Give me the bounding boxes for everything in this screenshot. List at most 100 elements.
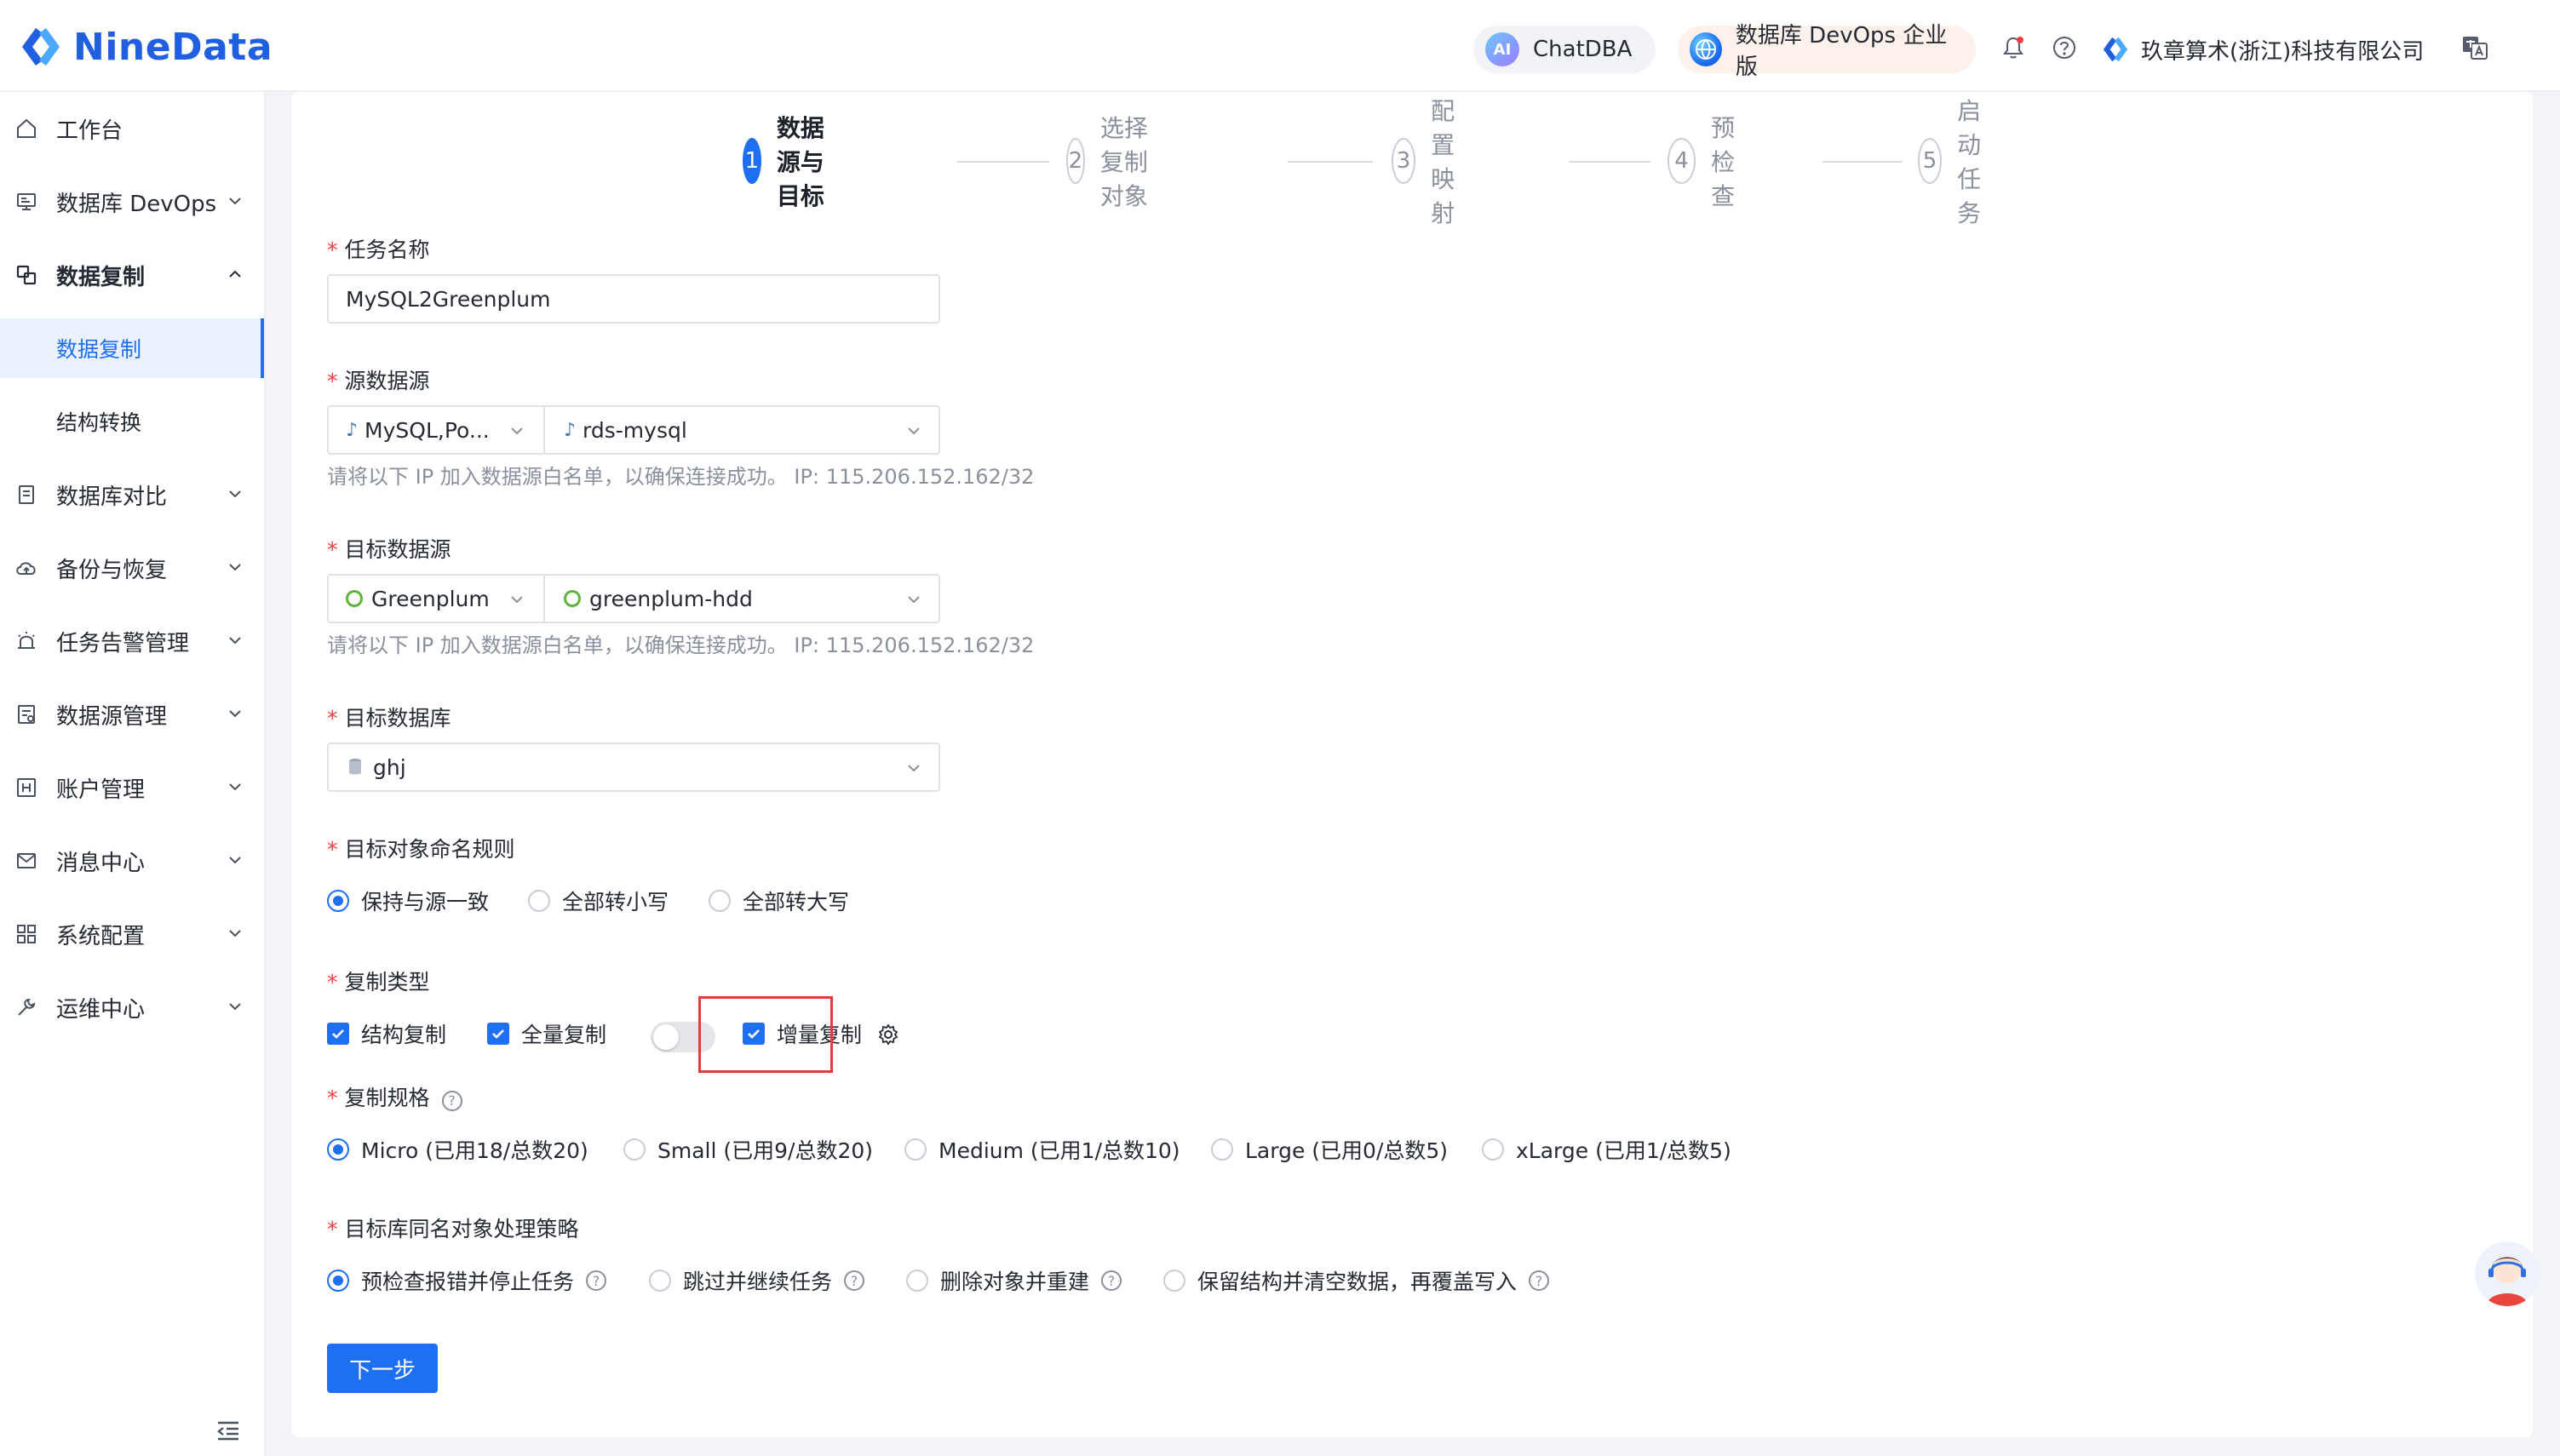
structure-copy-checkbox[interactable]: 结构复制 xyxy=(327,1017,446,1051)
radio-label: Small (已用9/总数20) xyxy=(657,1138,874,1163)
step-number: 2 xyxy=(1066,138,1085,184)
sidebar-item-db-compare[interactable]: 数据库对比 xyxy=(0,465,264,525)
step-3[interactable]: 3 配置映射 xyxy=(1392,97,1477,227)
chevron-down-icon xyxy=(229,857,241,864)
label-text: 目标数据源 xyxy=(344,537,451,562)
help-circle-icon[interactable]: ? xyxy=(1101,1270,1122,1291)
radio-label: 全部转小写 xyxy=(562,890,669,914)
sidebar-item-system-config[interactable]: 系统配置 xyxy=(0,904,264,964)
sidebar-item-ops-center[interactable]: 运维中心 xyxy=(0,977,264,1037)
step-connector xyxy=(957,161,1049,163)
step-4[interactable]: 4 预检查 xyxy=(1667,114,1753,210)
sidebar-item-datasources[interactable]: 数据源管理 xyxy=(0,685,264,744)
radio-label: xLarge (已用1/总数5) xyxy=(1516,1138,1731,1163)
sidebar-item-label: 消息中心 xyxy=(56,850,146,876)
radio-label: 全部转大写 xyxy=(743,890,850,914)
sidebar-item-accounts[interactable]: 账户管理 xyxy=(0,758,264,817)
chevron-down-icon xyxy=(229,490,241,498)
ninedata-logo-icon xyxy=(22,28,60,66)
replication-icon xyxy=(14,262,39,288)
select-value: Greenplum xyxy=(371,586,490,611)
ninedata-logo[interactable]: NineData xyxy=(17,22,273,72)
help-icon[interactable] xyxy=(2051,34,2078,61)
sidebar-item-replication[interactable]: 数据复制 xyxy=(0,245,264,305)
step-2[interactable]: 2 选择复制对象 xyxy=(1066,114,1151,210)
naming-keep-radio[interactable]: 保持与源一致 xyxy=(327,884,489,918)
compare-icon xyxy=(14,482,39,507)
spec-large-radio[interactable]: Large (已用0/总数5) xyxy=(1211,1132,1448,1167)
spec-micro-radio[interactable]: Micro (已用18/总数20) xyxy=(327,1132,588,1167)
sidebar-item-label: 系统配置 xyxy=(56,923,146,949)
step-number: 1 xyxy=(743,138,761,184)
edition-label: 数据库 DevOps 企业版 xyxy=(1735,23,1948,80)
required-mark: * xyxy=(327,369,338,393)
help-circle-icon[interactable]: ? xyxy=(586,1270,607,1291)
required-mark: * xyxy=(327,537,338,562)
naming-lower-radio[interactable]: 全部转小写 xyxy=(528,884,669,918)
label-text: 源数据源 xyxy=(344,369,430,393)
datasource-icon xyxy=(14,702,39,727)
sidebar-item-backup[interactable]: 备份与恢复 xyxy=(0,538,264,598)
full-copy-checkbox[interactable]: 全量复制 xyxy=(487,1017,606,1051)
radio-dot xyxy=(327,1138,349,1161)
strategy-truncate-radio[interactable]: 保留结构并清空数据，再覆盖写入? xyxy=(1163,1264,1550,1298)
sidebar-item-label: 数据复制 xyxy=(56,337,142,362)
help-circle-icon[interactable]: ? xyxy=(441,1090,462,1111)
edition-button[interactable]: 数据库 DevOps 企业版 xyxy=(1678,23,1976,80)
source-type-select[interactable]: ♪ MySQL,Po... xyxy=(329,407,542,453)
strategy-rebuild-radio[interactable]: 删除对象并重建? xyxy=(906,1264,1122,1298)
source-label: * 源数据源 xyxy=(327,364,430,395)
step-5[interactable]: 5 启动任务 xyxy=(1918,97,2003,227)
step-number: 3 xyxy=(1392,138,1416,184)
spec-medium-radio[interactable]: Medium (已用1/总数10) xyxy=(904,1132,1180,1167)
sidebar-item-label: 数据源管理 xyxy=(56,703,168,730)
naming-upper-radio[interactable]: 全部转大写 xyxy=(709,884,849,918)
sidebar-item-alerts[interactable]: 任务告警管理 xyxy=(0,611,264,671)
alarm-icon xyxy=(14,628,39,654)
next-step-button[interactable]: 下一步 xyxy=(327,1344,438,1393)
sidebar-item-label: 运维中心 xyxy=(56,996,146,1023)
spec-xlarge-radio[interactable]: xLarge (已用1/总数5) xyxy=(1482,1132,1731,1167)
chevron-down-icon xyxy=(908,427,920,435)
step-connector xyxy=(1822,161,1903,163)
step-1[interactable]: 1 数据源与目标 xyxy=(743,114,828,210)
radio-label: 预检查报错并停止任务 xyxy=(361,1270,575,1294)
support-avatar[interactable] xyxy=(2475,1241,2540,1306)
company-logo-icon xyxy=(2103,37,2128,62)
radio-label: 删除对象并重建 xyxy=(940,1270,1090,1294)
sidebar-subitem-replication[interactable]: 数据复制 xyxy=(0,318,264,378)
select-value: rds-mysql xyxy=(583,417,687,443)
radio-dot xyxy=(649,1270,671,1292)
help-circle-icon[interactable]: ? xyxy=(844,1270,865,1291)
radio-dot xyxy=(1163,1270,1185,1292)
language-switch-icon[interactable] xyxy=(2461,34,2488,61)
spec-small-radio[interactable]: Small (已用9/总数20) xyxy=(623,1132,873,1167)
source-instance-select[interactable]: ♪ rds-mysql xyxy=(545,407,938,453)
task-name-input[interactable]: MySQL2Greenplum xyxy=(327,274,940,324)
chevron-down-icon xyxy=(511,596,523,604)
checkbox-label: 结构复制 xyxy=(361,1023,447,1047)
radio-label: 保持与源一致 xyxy=(361,890,490,914)
label-text: 复制规格 xyxy=(344,1086,430,1110)
chatdba-button[interactable]: AI ChatDBA xyxy=(1473,26,1656,73)
target-instance-select[interactable]: greenplum-hdd xyxy=(545,576,938,622)
target-db-select[interactable]: ghj xyxy=(327,742,940,792)
help-circle-icon[interactable]: ? xyxy=(1529,1270,1550,1291)
gear-icon[interactable] xyxy=(877,1023,899,1046)
sidebar-item-messages[interactable]: 消息中心 xyxy=(0,831,264,891)
sidebar-item-devops[interactable]: 数据库 DevOps xyxy=(0,172,264,232)
strategy-stop-radio[interactable]: 预检查报错并停止任务? xyxy=(327,1264,607,1298)
support-agent-icon xyxy=(2487,1257,2528,1306)
strategy-skip-radio[interactable]: 跳过并继续任务? xyxy=(649,1264,865,1298)
copy-type-group: 结构复制 全量复制 增量复制 xyxy=(327,1017,923,1052)
chevron-down-icon xyxy=(229,564,241,571)
sidebar-subitem-schema-conversion[interactable]: 结构转换 xyxy=(0,392,264,451)
sidebar-item-workbench[interactable]: 工作台 xyxy=(0,99,264,158)
company-switcher[interactable]: 玖章算术(浙江)科技有限公司 xyxy=(2100,26,2424,73)
target-type-select[interactable]: Greenplum xyxy=(329,576,542,622)
highlight-annotation xyxy=(698,996,833,1073)
bell-icon[interactable] xyxy=(2000,34,2027,61)
collapse-sidebar-icon[interactable] xyxy=(215,1417,242,1444)
sidebar-item-label: 备份与恢复 xyxy=(56,557,168,583)
target-select: Greenplum greenplum-hdd xyxy=(327,574,940,623)
